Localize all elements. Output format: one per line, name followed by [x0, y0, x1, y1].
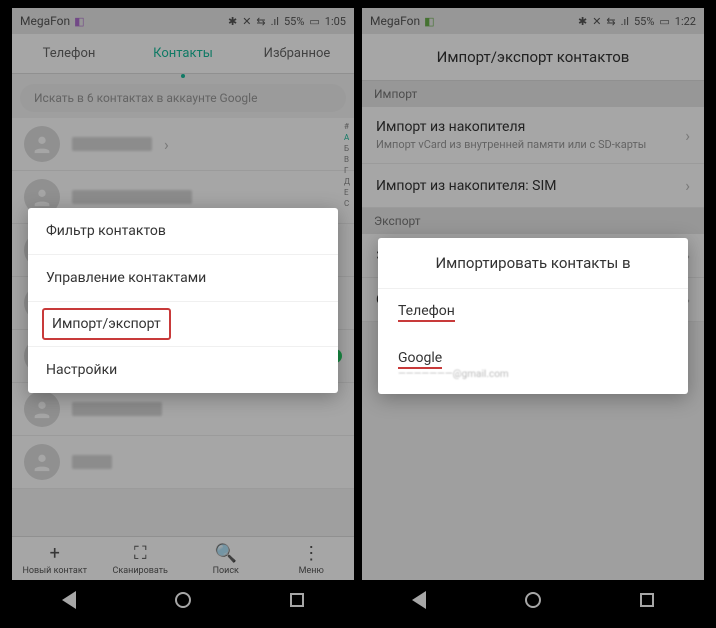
left-screenshot: MegaFon ◧ ✱ ✕ ⇆ .ıl 55% ▭ 1:05 Телефон К… [12, 8, 354, 620]
right-screenshot: MegaFon ◧ ✱ ✕ ⇆ .ıl 55% ▭ 1:22 Импорт/эк… [362, 8, 704, 620]
option-google[interactable]: Google ———————@gmail.com [378, 336, 688, 394]
menu-filter-contacts[interactable]: Фильтр контактов [28, 208, 338, 255]
option-label: Google [398, 350, 442, 369]
account-email: ———————@gmail.com [398, 369, 668, 380]
menu-settings[interactable]: Настройки [28, 347, 338, 393]
option-phone[interactable]: Телефон [378, 289, 688, 336]
menu-import-export[interactable]: Импорт/экспорт [42, 308, 171, 340]
import-target-dialog: Импортировать контакты в Телефон Google … [378, 238, 688, 394]
dialog-title: Импортировать контакты в [378, 238, 688, 289]
options-menu: Фильтр контактов Управление контактами И… [28, 208, 338, 393]
menu-manage-contacts[interactable]: Управление контактами [28, 255, 338, 302]
option-label: Телефон [398, 303, 455, 322]
